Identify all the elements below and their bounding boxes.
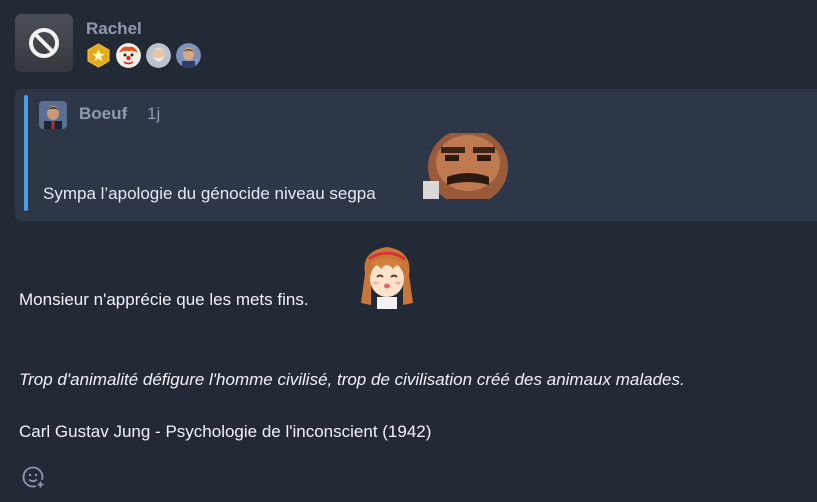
username[interactable]: Rachel bbox=[86, 19, 142, 39]
quoted-message[interactable]: Boeuf · 1j Sympa l’apologie du génocide … bbox=[15, 89, 817, 221]
user-avatar[interactable] bbox=[15, 14, 73, 72]
message-line: Monsieur n'apprécie que les mets fins. bbox=[19, 290, 309, 309]
post: Rachel Boeuf · 1j Sympa l’apologie du gé… bbox=[0, 0, 817, 502]
anime-girl-sticker bbox=[357, 243, 417, 309]
bearded-man-badge[interactable] bbox=[146, 43, 171, 68]
badge-row bbox=[86, 43, 201, 68]
quote-separator: · bbox=[123, 104, 129, 123]
add-reaction-icon bbox=[22, 466, 46, 490]
quote-timestamp: 1j bbox=[147, 104, 161, 123]
gold-star-badge[interactable] bbox=[86, 43, 111, 68]
quote-citation: Carl Gustav Jung - Psychologie de l'inco… bbox=[19, 422, 432, 441]
quote-author-name[interactable]: Boeuf bbox=[79, 104, 127, 124]
clown-badge[interactable] bbox=[116, 43, 141, 68]
jung-quote: Trop d'animalité défigure l'homme civili… bbox=[19, 370, 685, 389]
quote-author-avatar[interactable] bbox=[39, 101, 67, 129]
face-sticker bbox=[423, 133, 511, 199]
add-reaction-button[interactable] bbox=[20, 464, 48, 492]
no-entry-icon bbox=[29, 28, 59, 58]
quote-accent-bar bbox=[24, 95, 28, 211]
quote-text: Sympa l’apologie du génocide niveau segp… bbox=[43, 184, 376, 203]
man-portrait-badge[interactable] bbox=[176, 43, 201, 68]
